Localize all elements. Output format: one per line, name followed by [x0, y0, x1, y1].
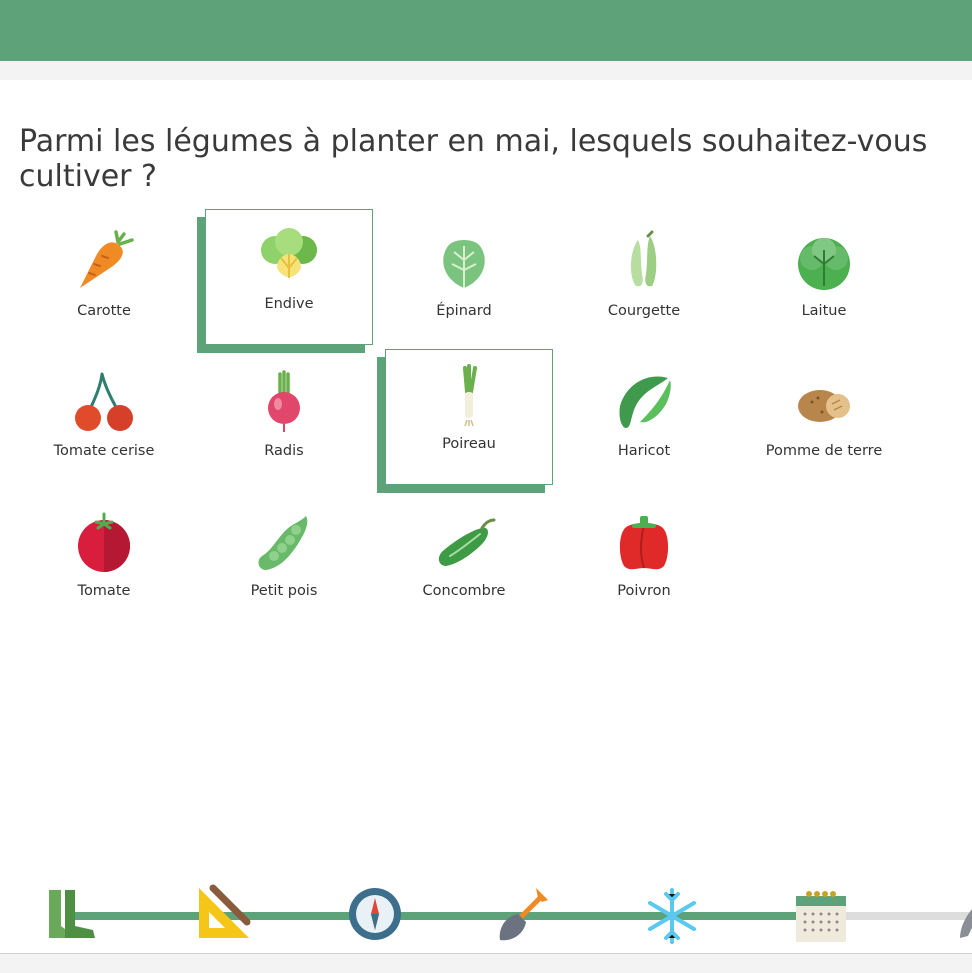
leek-icon — [463, 364, 477, 427]
ruler-pencil-icon — [199, 884, 251, 938]
vegetable-tile-laitue[interactable]: Laitue — [740, 209, 908, 345]
zucchini-icon — [630, 230, 657, 287]
cucumber-icon — [438, 518, 496, 566]
vegetable-label: Radis — [264, 443, 304, 459]
radish-icon — [268, 370, 300, 432]
vegetable-tile-poivron[interactable]: Poivron — [560, 489, 728, 625]
vegetable-tile-pomme-de-terre[interactable]: Pomme de terre — [740, 349, 908, 485]
vegetable-tile-petit-pois[interactable]: Petit pois — [200, 489, 368, 625]
compass-icon — [349, 888, 401, 940]
cherry-tomato-icon — [75, 372, 133, 431]
snowflake-icon — [648, 888, 696, 944]
vegetable-label: Poireau — [442, 436, 496, 452]
vegetable-label: Concombre — [422, 583, 506, 599]
vegetable-label: Épinard — [436, 303, 492, 319]
top-header-bar — [0, 0, 972, 61]
vegetable-label: Pomme de terre — [765, 443, 883, 459]
endive-icon — [261, 228, 317, 278]
vegetable-label: Courgette — [607, 303, 681, 319]
vegetable-label: Petit pois — [250, 583, 318, 599]
vegetable-label: Endive — [264, 296, 314, 312]
vegetable-tile-tomate[interactable]: Tomate — [20, 489, 188, 625]
vegetable-tile-haricot[interactable]: Haricot — [560, 349, 728, 485]
carrot-icon — [80, 230, 134, 288]
vegetable-tile-concombre[interactable]: Concombre — [380, 489, 548, 625]
vegetable-tile-epinard[interactable]: Épinard — [380, 209, 548, 345]
bean-icon — [619, 376, 671, 428]
vegetable-label: Tomate cerise — [53, 443, 155, 459]
sub-header-bar — [0, 61, 972, 80]
calendar-icon — [796, 891, 846, 942]
vegetable-label: Tomate — [77, 583, 131, 599]
lettuce-icon — [798, 238, 850, 290]
vegetable-tile-courgette[interactable]: Courgette — [560, 209, 728, 345]
shovel-icon — [499, 888, 548, 941]
vegetable-tile-radis[interactable]: Radis — [200, 349, 368, 485]
question-title: Parmi les légumes à planter en mai, lesq… — [19, 124, 928, 194]
vegetable-label: Carotte — [77, 303, 131, 319]
trowel-icon — [960, 909, 972, 938]
vegetable-tile-tomate-cerise[interactable]: Tomate cerise — [20, 349, 188, 485]
vegetable-label: Haricot — [617, 443, 671, 459]
pea-icon — [258, 516, 308, 570]
bell-pepper-icon — [619, 516, 669, 570]
tomato-icon — [78, 512, 130, 572]
spinach-icon — [443, 240, 485, 288]
footer-bar — [0, 953, 972, 973]
vegetable-label: Poivron — [617, 583, 671, 599]
boots-icon — [49, 890, 95, 938]
vegetable-tile-carotte[interactable]: Carotte — [20, 209, 188, 345]
potato-icon — [798, 390, 850, 422]
vegetable-tile-poireau[interactable]: Poireau — [385, 349, 553, 485]
vegetable-tile-endive[interactable]: Endive — [205, 209, 373, 345]
vegetable-label: Laitue — [801, 303, 847, 319]
